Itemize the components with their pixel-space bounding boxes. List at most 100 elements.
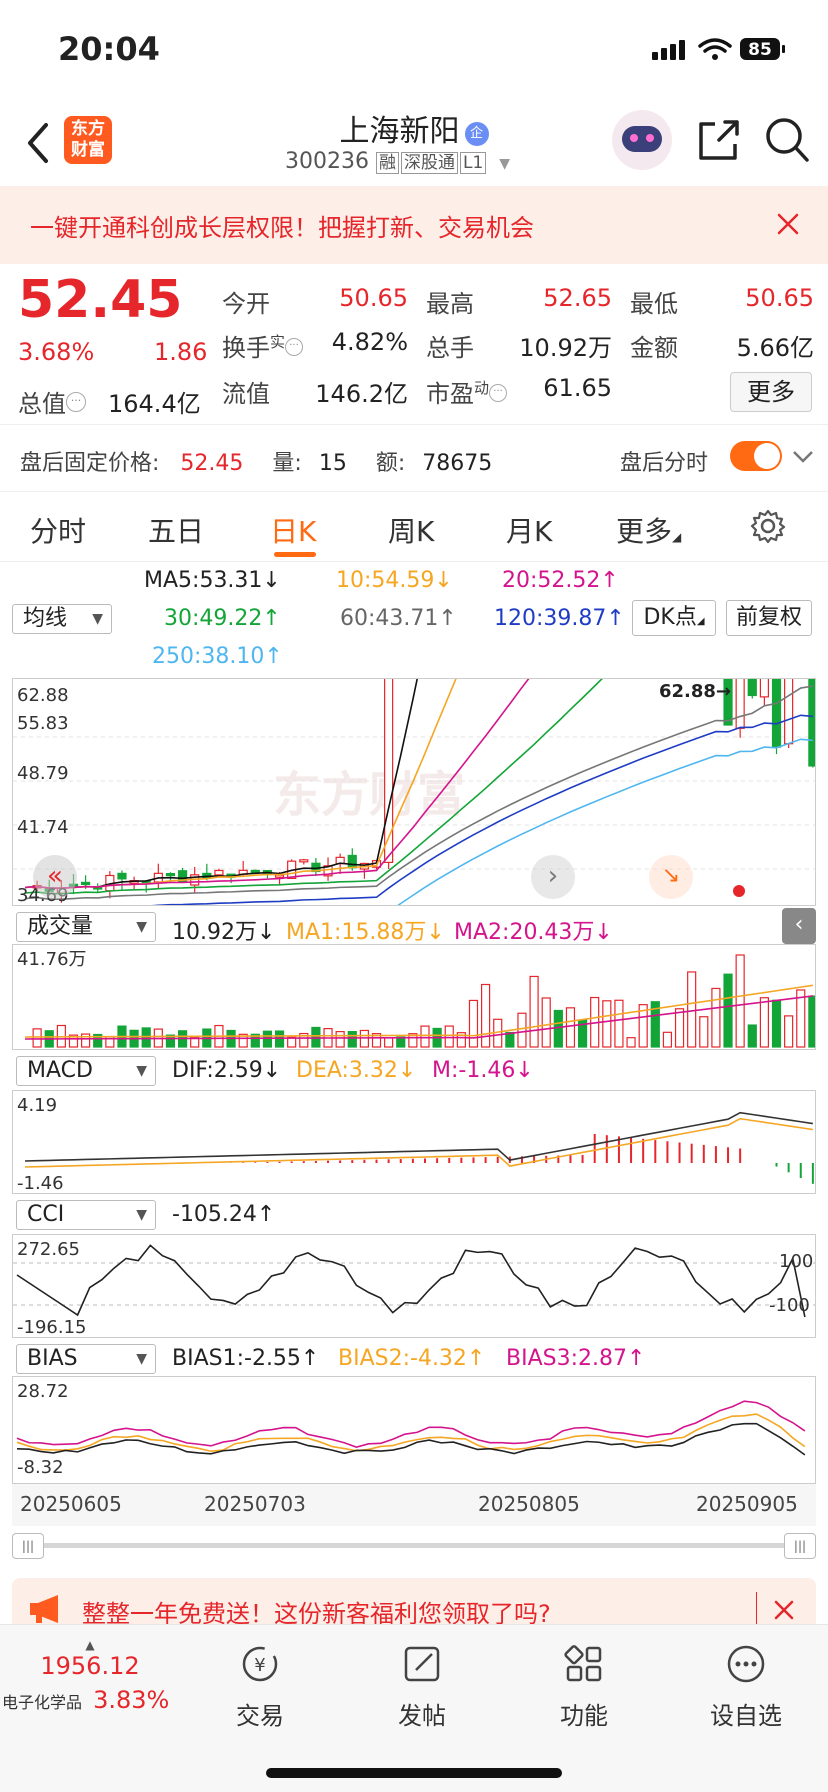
signal-icon [652, 40, 685, 60]
tab-weekly-k[interactable]: 周K [388, 510, 434, 550]
peak-price-label: 62.88→ [659, 681, 731, 702]
period-tabs: 分时 五日 日K 周K 月K 更多◢ [0, 492, 828, 562]
volume-bar [662, 1031, 673, 1048]
candle [384, 679, 394, 863]
candle [747, 679, 757, 697]
watermark: 东方财富 [273, 767, 465, 823]
volume-bar [614, 999, 624, 1048]
range-handle-left[interactable]: ||| [12, 1533, 44, 1559]
svg-text:85: 85 [748, 40, 772, 60]
tab-monthly-k[interactable]: 月K [506, 510, 552, 550]
bias2-value: BIAS2:-4.32↑ [338, 1346, 486, 1371]
nav-post[interactable]: 发帖 [372, 1642, 472, 1731]
candle [759, 679, 769, 698]
ma20-value: 20:52.52↑ [502, 568, 619, 593]
change-value: 1.86 [154, 338, 208, 366]
quote-label-low: 最低 [630, 290, 678, 318]
search-icon[interactable] [764, 116, 810, 164]
cci-ref-low: -100 [769, 1295, 810, 1316]
function-icon [564, 1645, 602, 1682]
share-icon[interactable] [697, 118, 741, 162]
quote-value-volume: 10.92万 [519, 334, 612, 362]
quote-value-total-value: 164.4亿 [108, 390, 201, 418]
volume-bar [359, 1029, 369, 1048]
quote-label-total-value: 总值 ··· [18, 384, 86, 419]
tab-daily-k[interactable]: 日K [270, 510, 316, 550]
dk-point-button[interactable]: DK点◢ [632, 600, 716, 636]
close-icon[interactable] [776, 212, 800, 236]
stock-name: 上海新阳 [339, 114, 460, 149]
pan-right-icon[interactable]: › [531, 855, 575, 899]
nav-function[interactable]: 功能 [534, 1642, 634, 1731]
quote-label-volume: 总手 [426, 334, 474, 362]
cci-top-label: 272.65 [17, 1239, 80, 1260]
chevron-down-icon[interactable] [792, 449, 814, 465]
cci-selector[interactable]: CCI ▼ [16, 1200, 156, 1230]
range-slider[interactable]: ||| ||| [12, 1530, 816, 1560]
candle [808, 679, 815, 767]
index-ticker[interactable]: ▲ 1956.12 电子化学品 3.83% [0, 1638, 180, 1714]
candle [347, 854, 357, 869]
quote-value-pe: 61.65 [543, 374, 612, 402]
volume-bar [723, 973, 733, 1048]
expand-icon[interactable]: ↘ [649, 855, 693, 899]
index-name: 电子化学品 [2, 1693, 83, 1712]
macd-dif-line [24, 1111, 813, 1162]
cci-header: CCI ▼ -105.24↑ [0, 1196, 828, 1232]
tab-intraday[interactable]: 分时 [30, 510, 86, 550]
volume-bar [759, 997, 769, 1048]
add-watchlist-icon [727, 1645, 765, 1683]
range-handle-right[interactable]: ||| [784, 1533, 816, 1559]
volume-bar [699, 1016, 709, 1048]
volume-ma2: MA2:20.43万↓ [454, 920, 613, 945]
enterprise-badge: 企 [464, 122, 489, 146]
cci-value: -105.24↑ [172, 1202, 276, 1227]
gear-icon[interactable] [750, 508, 786, 544]
volume-bar [626, 1037, 636, 1048]
zoom-out-icon[interactable]: « [33, 855, 77, 899]
volume-bar [481, 983, 491, 1048]
nav-add-watchlist[interactable]: 设自选 [696, 1642, 796, 1731]
volume-bar [274, 1030, 285, 1048]
close-icon[interactable] [774, 1600, 794, 1620]
volume-bar [311, 1026, 321, 1048]
quote-label-high: 最高 [426, 290, 474, 318]
macd-dea: DEA:3.32↓ [296, 1058, 417, 1083]
volume-bar [420, 1025, 430, 1048]
robot-assistant-icon[interactable] [612, 110, 672, 170]
chevron-down-icon: ▼ [499, 156, 511, 172]
after-hours-vol: 15 [318, 451, 347, 476]
ma-selector[interactable]: 均线 ▼ [12, 604, 112, 634]
volume-ma1: MA1:15.88万↓ [286, 920, 445, 945]
quote-label-open: 今开 [222, 290, 270, 318]
volume-bar [735, 954, 745, 1048]
adjust-button[interactable]: 前复权 [726, 600, 812, 636]
quote-label-amount: 金额 [630, 334, 678, 362]
macd-selector[interactable]: MACD ▼ [16, 1056, 156, 1086]
date-label-3: 20250805 [478, 1492, 580, 1516]
stock-code-row[interactable]: 300236 融深股通 L1 ▼ [285, 148, 510, 174]
header-bar: 东方 财富 上海新阳 企 300236 融深股通 L1 ▼ [0, 100, 828, 186]
promo-banner[interactable]: 一键开通科创成长层权限！把握打新、交易机会 [0, 186, 828, 264]
bias-selector[interactable]: BIAS ▼ [16, 1344, 156, 1374]
after-hours-bar: 盘后固定价格: 52.45 量: 15 额: 78675 盘后分时 [0, 424, 828, 492]
collapse-panel-icon[interactable]: ‹ [782, 908, 816, 944]
kline-chart[interactable]: 东方财富 62.88 55.83 48.79 41.74 34.69 62.88… [12, 678, 816, 906]
bias-header: BIAS ▼ BIAS1:-2.55↑ BIAS2:-4.32↑ BIAS3:2.… [0, 1340, 828, 1376]
tab-more[interactable]: 更多◢ [616, 510, 681, 550]
quote-value-amount: 5.66亿 [736, 334, 814, 362]
volume-bar [32, 1028, 42, 1048]
macd-top-label: 4.19 [17, 1095, 57, 1116]
cci-ref-high: 100 [779, 1251, 813, 1272]
megaphone-icon [30, 1595, 58, 1623]
after-hours-toggle[interactable] [730, 441, 782, 471]
volume-selector[interactable]: 成交量 ▼ [16, 912, 156, 942]
active-tab-indicator [274, 552, 316, 557]
bias-bottom-label: -8.32 [17, 1457, 64, 1478]
nav-trade[interactable]: ¥ 交易 [210, 1642, 310, 1731]
more-quote-button[interactable]: 更多 [730, 372, 812, 412]
candle [274, 874, 285, 878]
volume-bar [384, 1037, 394, 1048]
tab-five-day[interactable]: 五日 [148, 510, 204, 550]
quote-value-low: 50.65 [745, 284, 814, 312]
